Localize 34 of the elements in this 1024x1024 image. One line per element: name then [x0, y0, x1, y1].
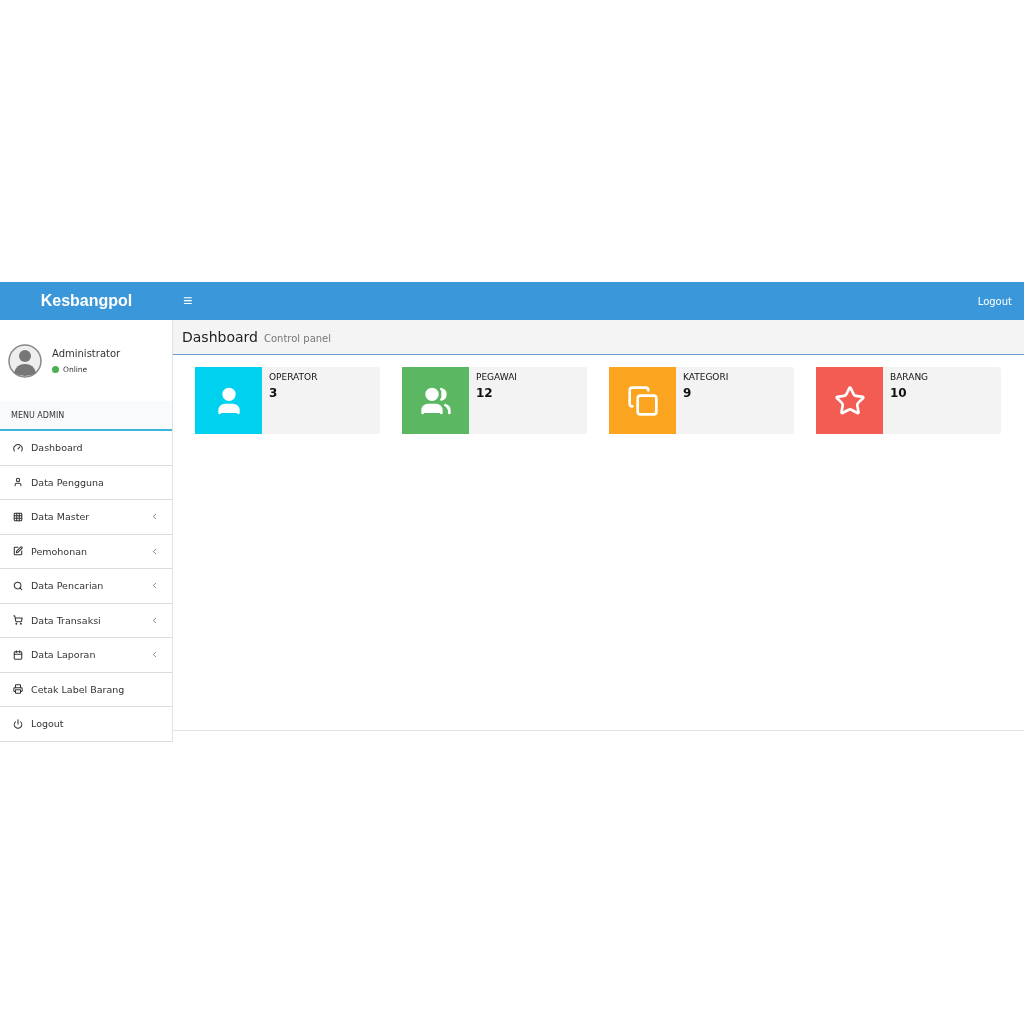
- stat-label: OPERATOR: [269, 372, 318, 382]
- copy-icon: [626, 384, 659, 417]
- star-icon: [833, 384, 866, 417]
- printer-icon: [13, 684, 23, 695]
- menu-heading: MENU ADMIN: [0, 401, 172, 431]
- search-icon: [13, 580, 23, 591]
- stat-label: BARANG: [890, 372, 929, 382]
- sidebar-item[interactable]: Logout: [0, 707, 172, 742]
- edit-icon: [13, 546, 23, 557]
- page-subtitle: Control panel: [263, 333, 332, 344]
- user-name: Administrator: [52, 347, 121, 359]
- sidebar-item[interactable]: Data Transaksi: [0, 603, 172, 638]
- gauge-icon: [13, 442, 23, 453]
- power-icon: [13, 718, 23, 729]
- stat-label: KATEGORI: [683, 372, 729, 382]
- calendar-icon: [13, 649, 23, 660]
- stat-label: PEGAWAI: [476, 372, 517, 382]
- sidebar-item[interactable]: Data Pengguna: [0, 465, 172, 500]
- sidebar-item[interactable]: Pemohonan: [0, 534, 172, 569]
- sidebar-item[interactable]: Dashboard: [0, 431, 172, 466]
- sidebar-item[interactable]: Data Master: [0, 500, 172, 535]
- sidebar-item[interactable]: Data Laporan: [0, 638, 172, 673]
- status-dot: [52, 365, 59, 373]
- page-title: Dashboard: [182, 329, 258, 345]
- sidebar-item[interactable]: Cetak Label Barang: [0, 672, 172, 707]
- stat-value: 3: [269, 386, 279, 400]
- stat-value: 10: [890, 386, 908, 400]
- stat-value: 12: [476, 386, 494, 400]
- grid-icon: [13, 511, 23, 522]
- sidebar-item[interactable]: Data Pencarian: [0, 569, 172, 604]
- stat-value: 9: [683, 386, 693, 400]
- cart-icon: [13, 615, 23, 626]
- avatar-icon: [8, 343, 42, 378]
- user-icon: [13, 477, 23, 488]
